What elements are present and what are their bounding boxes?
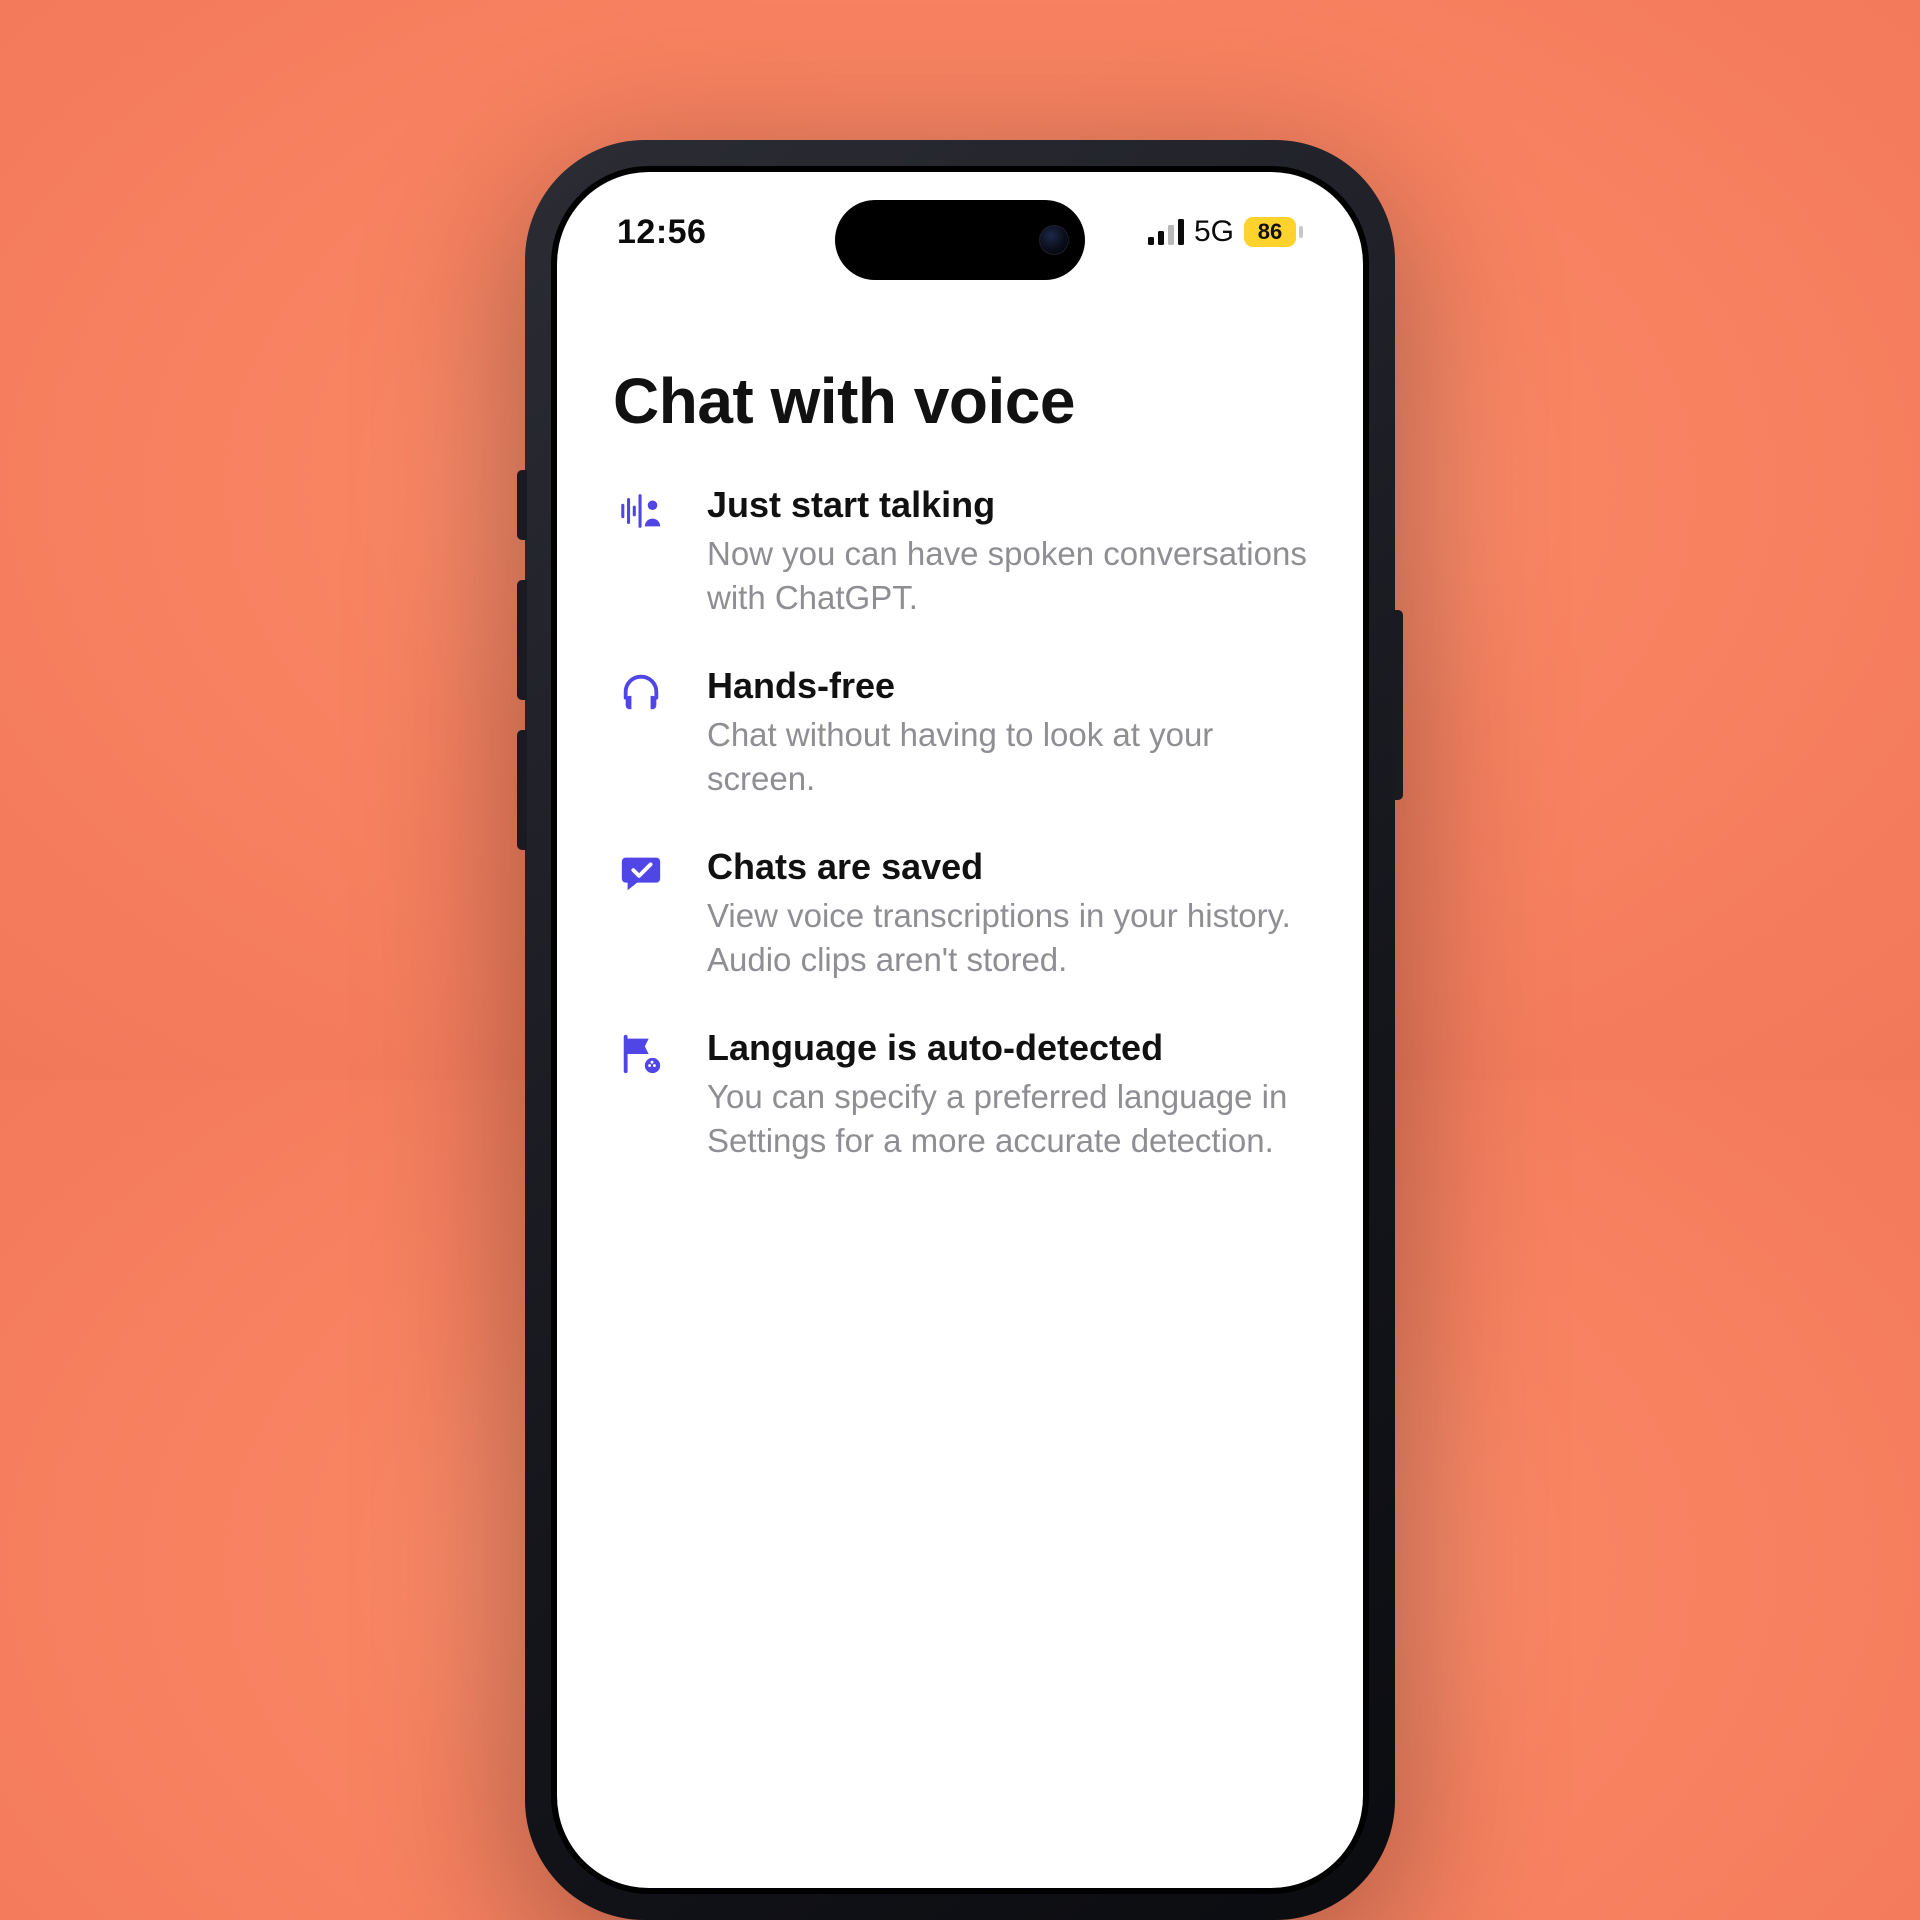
feature-list: Just start talking Now you can have spok… (613, 484, 1307, 1162)
feature-title: Just start talking (707, 484, 1307, 526)
feature-desc: Now you can have spoken conversations wi… (707, 532, 1307, 619)
phone-mockup: 12:56 5G 86 Chat with voice (525, 140, 1395, 1920)
feature-desc: View voice transcriptions in your histor… (707, 894, 1307, 981)
feature-title: Language is auto-detected (707, 1027, 1307, 1069)
power-button (1393, 610, 1403, 800)
network-type: 5G (1194, 215, 1234, 249)
feature-text: Hands-free Chat without having to look a… (707, 665, 1307, 800)
feature-title: Hands-free (707, 665, 1307, 707)
feature-item: Just start talking Now you can have spok… (613, 484, 1307, 619)
feature-text: Just start talking Now you can have spok… (707, 484, 1307, 619)
phone-inner-frame: 12:56 5G 86 Chat with voice (551, 166, 1369, 1894)
volume-up (517, 580, 527, 700)
status-indicators: 5G 86 (1148, 215, 1303, 249)
headphones-icon (613, 665, 669, 715)
feature-desc: Chat without having to look at your scre… (707, 713, 1307, 800)
mute-switch (517, 470, 527, 540)
battery-indicator: 86 (1244, 217, 1303, 247)
chat-check-icon (613, 846, 669, 896)
feature-text: Language is auto-detected You can specif… (707, 1027, 1307, 1162)
voice-person-icon (613, 484, 669, 534)
status-time: 12:56 (617, 213, 706, 252)
feature-desc: You can specify a preferred language in … (707, 1075, 1307, 1162)
app-content: Chat with voice (557, 322, 1363, 1888)
flag-globe-icon (613, 1027, 669, 1077)
feature-title: Chats are saved (707, 846, 1307, 888)
phone-screen: 12:56 5G 86 Chat with voice (557, 172, 1363, 1888)
feature-item: Hands-free Chat without having to look a… (613, 665, 1307, 800)
battery-cap (1299, 226, 1303, 238)
phone-frame: 12:56 5G 86 Chat with voice (525, 140, 1395, 1920)
feature-text: Chats are saved View voice transcription… (707, 846, 1307, 981)
feature-item: Chats are saved View voice transcription… (613, 846, 1307, 981)
cellular-signal-icon (1148, 219, 1184, 245)
feature-item: Language is auto-detected You can specif… (613, 1027, 1307, 1162)
volume-down (517, 730, 527, 850)
battery-level: 86 (1244, 217, 1296, 247)
dynamic-island (835, 200, 1085, 280)
front-camera (1039, 225, 1069, 255)
page-title: Chat with voice (613, 364, 1307, 438)
